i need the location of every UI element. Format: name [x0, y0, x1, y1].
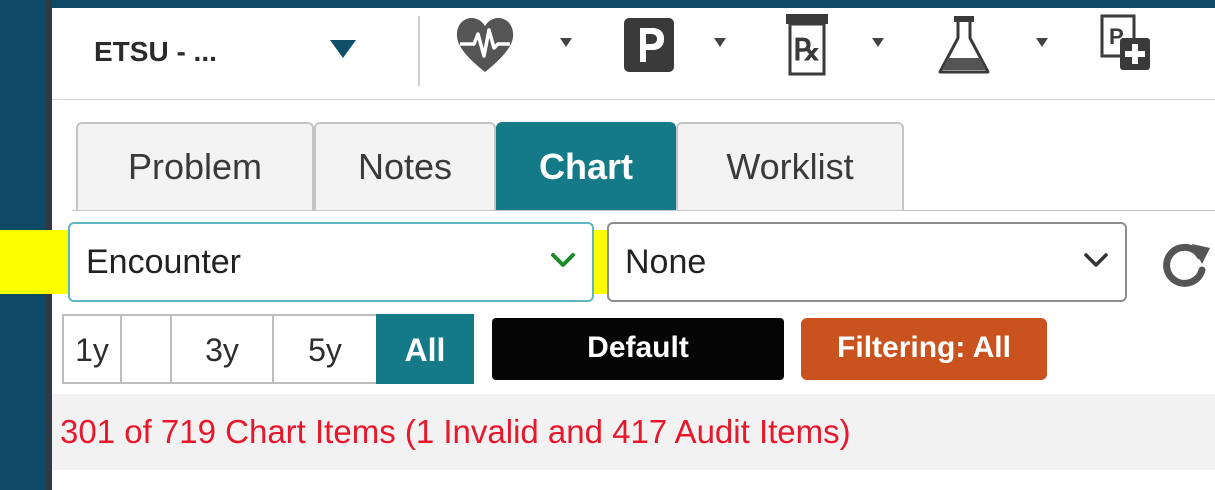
group-by-select-value: Encounter [86, 243, 241, 281]
tab-worklist[interactable]: Worklist [676, 122, 904, 210]
chart-panel: ETSU - ... ℞ P Problem Notes Chart Workl… [0, 8, 1215, 490]
filtering-button[interactable]: Filtering: All [801, 318, 1047, 380]
chevron-down-icon [1084, 253, 1108, 267]
tab-problem[interactable]: Problem [76, 122, 314, 210]
status-bar: 301 of 719 Chart Items (1 Invalid and 41… [52, 394, 1215, 470]
add-document-icon[interactable]: P [1098, 10, 1154, 80]
org-dropdown-caret-icon[interactable] [330, 40, 356, 58]
lab-dropdown-caret-icon[interactable] [1036, 38, 1048, 47]
range-3y-button[interactable]: 3y [170, 314, 274, 384]
range-5y-button[interactable]: 5y [272, 314, 378, 384]
range-spacer-cell [120, 314, 172, 384]
chart-items-count: 301 of 719 Chart Items (1 Invalid and 41… [60, 413, 851, 450]
window-frame-top [0, 0, 1215, 8]
lab-flask-icon[interactable] [934, 10, 994, 80]
rx-dropdown-caret-icon[interactable] [872, 38, 884, 47]
p-dropdown-caret-icon[interactable] [714, 38, 726, 47]
heart-monitor-icon[interactable] [452, 10, 518, 80]
parking-icon[interactable] [622, 10, 676, 80]
tab-chart[interactable]: Chart [496, 122, 676, 210]
vitals-dropdown-caret-icon[interactable] [560, 38, 572, 47]
group-by-select[interactable]: Encounter [68, 222, 594, 302]
range-1y-button[interactable]: 1y [62, 314, 122, 384]
refresh-icon[interactable] [1156, 236, 1212, 292]
prescription-icon[interactable]: ℞ [782, 10, 832, 80]
tab-notes[interactable]: Notes [314, 122, 496, 210]
range-all-button[interactable]: All [376, 314, 474, 384]
svg-text:℞: ℞ [794, 34, 821, 67]
org-selector-label[interactable]: ETSU - ... [94, 32, 217, 72]
secondary-filter-select[interactable]: None [607, 222, 1127, 302]
default-view-button[interactable]: Default [492, 318, 784, 380]
secondary-filter-select-value: None [625, 243, 707, 281]
view-tabs: Problem Notes Chart Worklist [52, 122, 1215, 214]
chevron-down-icon [551, 253, 575, 267]
toolbar-divider [418, 16, 420, 86]
toolbar: ETSU - ... ℞ P [52, 8, 1215, 100]
tabs-baseline [72, 210, 1215, 211]
